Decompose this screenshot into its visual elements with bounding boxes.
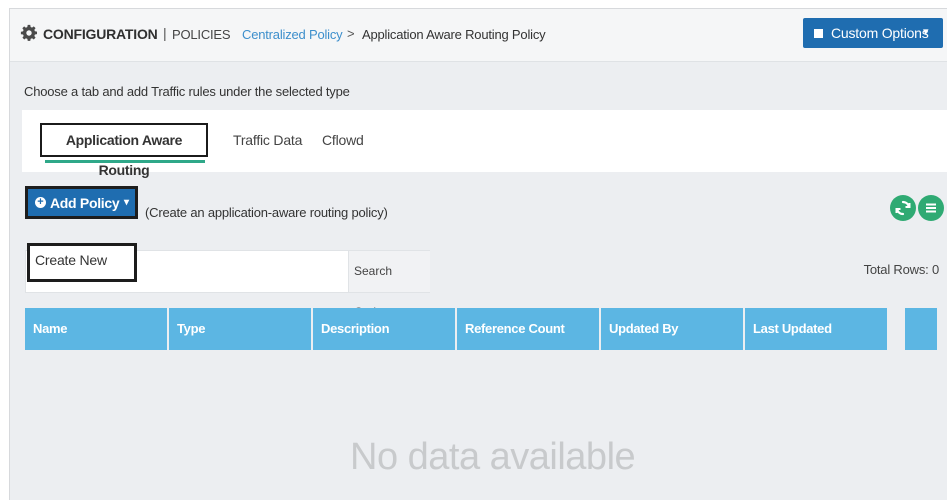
breadcrumb-current: Application Aware Routing Policy	[362, 27, 546, 42]
column-header-type[interactable]: Type	[169, 308, 311, 350]
chevron-down-icon: ▾	[923, 26, 929, 38]
custom-options-button[interactable]: Custom Options ▾	[803, 18, 943, 48]
column-header-reference-count[interactable]: Reference Count	[457, 308, 599, 350]
total-rows-count: Total Rows: 0	[863, 262, 940, 277]
chevron-down-icon: ▾	[124, 197, 130, 208]
column-header-name[interactable]: Name	[25, 308, 167, 350]
create-new-menu-item[interactable]: Create New	[27, 243, 137, 282]
column-header-description[interactable]: Description	[313, 308, 455, 350]
plus-circle-icon: +	[35, 197, 46, 208]
add-policy-label: Add Policy	[50, 195, 120, 211]
tab-traffic-data[interactable]: Traffic Data	[233, 132, 302, 148]
square-icon	[814, 29, 823, 38]
search-options-dropdown[interactable]: Search Options ⌄	[348, 251, 430, 319]
custom-options-label: Custom Options	[831, 25, 929, 41]
menu-icon	[926, 203, 936, 213]
gear-icon	[20, 24, 38, 41]
page-header: CONFIGURATION | POLICIES Centralized Pol…	[10, 9, 947, 62]
title-separator: |	[163, 25, 167, 41]
instruction-text: Choose a tab and add Traffic rules under…	[24, 84, 350, 99]
subsection-title: POLICIES	[172, 27, 231, 42]
tab-application-aware-routing[interactable]: Application Aware Routing	[40, 123, 208, 178]
breadcrumb-centralized-policy[interactable]: Centralized Policy	[242, 27, 343, 42]
table-header: Name Type Description Reference Count Up…	[25, 308, 937, 350]
section-title: CONFIGURATION	[43, 26, 158, 42]
column-header-last-updated[interactable]: Last Updated	[745, 308, 887, 350]
refresh-icon	[895, 200, 911, 216]
app-frame: CONFIGURATION | POLICIES Centralized Pol…	[9, 8, 947, 500]
active-tab-indicator	[45, 160, 205, 163]
column-header-actions	[905, 308, 937, 350]
add-policy-button[interactable]: + Add Policy ▾	[25, 186, 138, 219]
tab-panel: Application Aware Routing Traffic Data C…	[22, 110, 947, 178]
column-header-updated-by[interactable]: Updated By	[601, 308, 743, 350]
tab-cflowd[interactable]: Cflowd	[322, 132, 364, 148]
add-policy-hint: (Create an application-aware routing pol…	[145, 205, 388, 220]
empty-table-message: No data available	[350, 436, 636, 478]
refresh-button[interactable]	[890, 195, 916, 221]
table-menu-button[interactable]	[918, 195, 944, 221]
breadcrumb-arrow: >	[347, 26, 355, 41]
